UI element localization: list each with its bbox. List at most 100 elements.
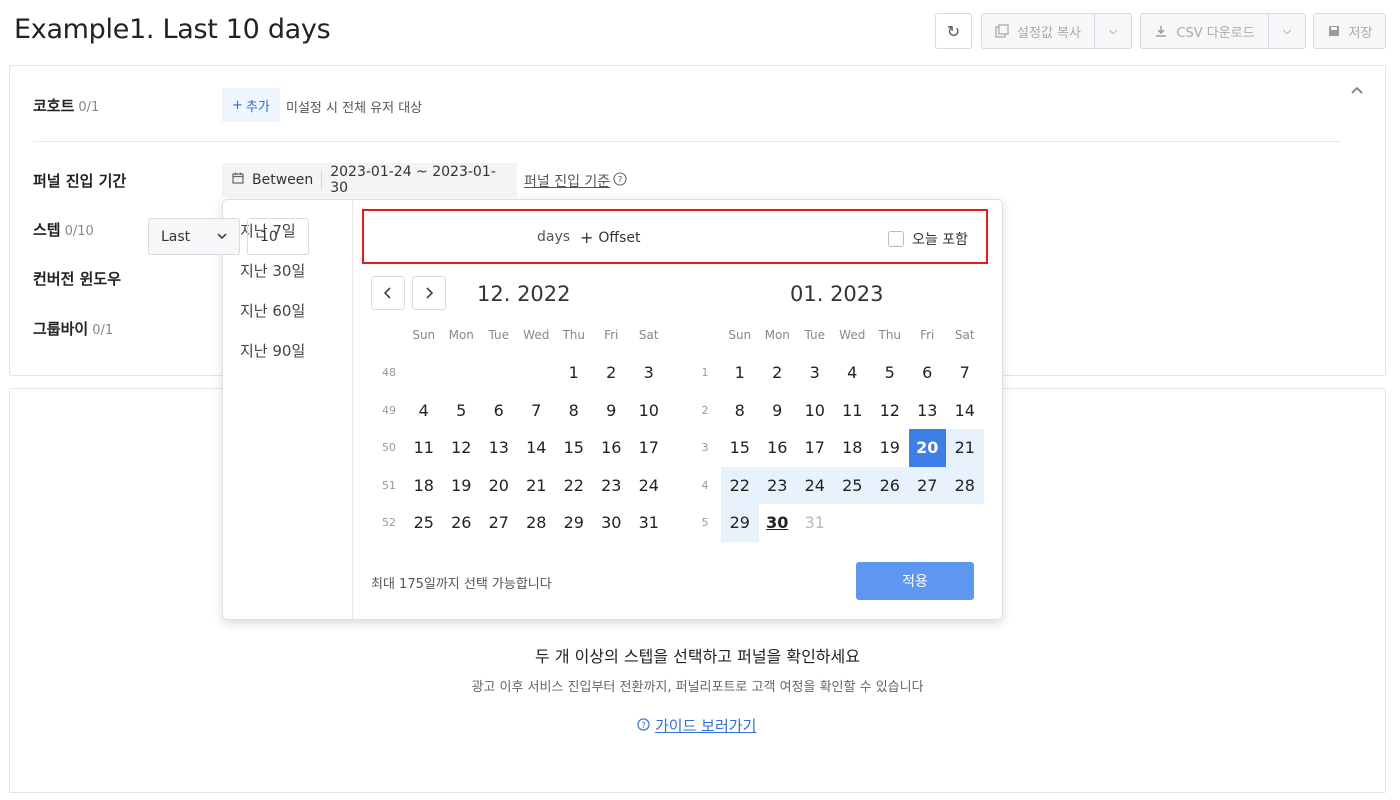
calendar-day[interactable]: 27 xyxy=(480,504,518,542)
calendar-day[interactable]: 12 xyxy=(871,392,909,430)
calendar-day[interactable]: 2 xyxy=(759,354,797,392)
calendar-day[interactable]: 16 xyxy=(759,429,797,467)
calendar-day[interactable]: 4 xyxy=(834,354,872,392)
svg-text:?: ? xyxy=(641,720,645,730)
collapse-icon[interactable] xyxy=(1350,83,1364,99)
weekday-label: Wed xyxy=(839,328,866,342)
calendar-day[interactable]: 25 xyxy=(405,504,443,542)
calendar-day[interactable]: 24 xyxy=(796,466,834,504)
calendar-day[interactable]: 18 xyxy=(405,467,443,505)
guide-link[interactable]: ? 가이드 보러가기 xyxy=(637,715,756,736)
help-icon[interactable]: ? xyxy=(613,171,627,190)
calendar-day[interactable]: 26 xyxy=(443,504,481,542)
calendar-day[interactable]: 1 xyxy=(721,354,759,392)
calendar-empty-cell xyxy=(871,504,909,542)
funnel-criteria-link[interactable]: 퍼널 진입 기준 xyxy=(524,171,610,191)
save-icon xyxy=(1327,24,1341,38)
add-offset-button[interactable]: + Offset xyxy=(580,228,640,247)
csv-download-dropdown[interactable]: ⌵ xyxy=(1268,13,1306,49)
calendar-day[interactable]: 19 xyxy=(871,429,909,467)
cohort-count: 0/1 xyxy=(78,100,100,115)
calendar-day[interactable]: 11 xyxy=(834,392,872,430)
copy-settings-dropdown[interactable]: ⌵ xyxy=(1094,13,1132,49)
calendar-day[interactable]: 5 xyxy=(871,354,909,392)
calendar-day[interactable]: 17 xyxy=(630,429,668,467)
week-number: 1 xyxy=(701,366,709,380)
calendar-day[interactable]: 27 xyxy=(908,466,946,504)
calendar-day[interactable]: 9 xyxy=(759,392,797,430)
calendar-day[interactable]: 24 xyxy=(630,467,668,505)
calendar-day[interactable]: 7 xyxy=(946,354,984,392)
calendar-day[interactable]: 31 xyxy=(630,504,668,542)
prev-month-button[interactable] xyxy=(371,276,405,310)
calendar-day[interactable]: 25 xyxy=(833,466,871,504)
calendar-day[interactable]: 20 xyxy=(908,429,946,467)
calendar-day[interactable]: 3 xyxy=(796,354,834,392)
calendar-day[interactable]: 5 xyxy=(443,392,481,430)
include-today-checkbox[interactable]: 오늘 포함 xyxy=(888,229,968,249)
step-count: 0/10 xyxy=(64,224,94,239)
calendar-day[interactable]: 19 xyxy=(443,467,481,505)
preset-last-30-days[interactable]: 지난 30일 xyxy=(240,260,305,281)
range-amount-input[interactable]: 10 xyxy=(247,218,309,255)
calendar-day[interactable]: 15 xyxy=(721,429,759,467)
week-number: 4 xyxy=(701,478,709,492)
calendar-day[interactable]: 6 xyxy=(480,392,518,430)
calendar-day[interactable]: 18 xyxy=(834,429,872,467)
calendar-day[interactable]: 28 xyxy=(946,466,984,504)
range-mode-value: Last xyxy=(161,228,191,245)
calendar-day[interactable]: 11 xyxy=(405,429,443,467)
date-range-picker[interactable]: Between 2023-01-24 ~ 2023-01-30 xyxy=(222,163,517,197)
calendar-day[interactable]: 28 xyxy=(518,504,556,542)
calendar-day[interactable]: 1 xyxy=(555,354,593,392)
calendar-day[interactable]: 29 xyxy=(555,504,593,542)
next-month-button[interactable] xyxy=(412,276,446,310)
apply-button[interactable]: 적용 xyxy=(856,562,974,600)
calendar-day[interactable]: 6 xyxy=(909,354,947,392)
calendar-day[interactable]: 9 xyxy=(593,392,631,430)
calendar-day[interactable]: 16 xyxy=(593,429,631,467)
range-value: 2023-01-24 ~ 2023-01-30 xyxy=(330,164,496,196)
preset-last-60-days[interactable]: 지난 60일 xyxy=(240,300,305,321)
calendar-day[interactable]: 13 xyxy=(480,429,518,467)
calendar-day[interactable]: 23 xyxy=(758,466,796,504)
save-button[interactable]: 저장 xyxy=(1313,13,1386,49)
calendar-day[interactable]: 8 xyxy=(555,392,593,430)
calendar-day[interactable]: 29 xyxy=(721,504,759,542)
calendar-day[interactable]: 15 xyxy=(555,429,593,467)
calendar-day[interactable]: 14 xyxy=(946,392,984,430)
calendar-day[interactable]: 2 xyxy=(593,354,631,392)
calendar-day[interactable]: 23 xyxy=(593,467,631,505)
calendar-day[interactable]: 14 xyxy=(518,429,556,467)
calendar-day[interactable]: 26 xyxy=(871,466,909,504)
calendar-day[interactable]: 22 xyxy=(555,467,593,505)
calendar-day[interactable]: 21 xyxy=(518,467,556,505)
calendar-day[interactable]: 12 xyxy=(443,429,481,467)
calendar-day[interactable]: 7 xyxy=(518,392,556,430)
weekday-label: Sat xyxy=(954,328,975,342)
range-mode-select[interactable]: Last xyxy=(148,218,240,255)
week-number: 2 xyxy=(701,403,709,417)
calendar-day[interactable]: 17 xyxy=(796,429,834,467)
refresh-button[interactable]: ↻ xyxy=(935,13,972,49)
calendar-day[interactable]: 20 xyxy=(480,467,518,505)
calendar-day[interactable]: 30 xyxy=(593,504,631,542)
calendar-day[interactable]: 3 xyxy=(630,354,668,392)
copy-settings-button[interactable]: 설정값 복사 xyxy=(981,13,1095,49)
download-icon xyxy=(1154,24,1168,38)
cohort-title: 코호트 xyxy=(33,97,75,115)
plus-icon: + xyxy=(580,228,594,247)
calendar-day[interactable]: 13 xyxy=(909,392,947,430)
calendar-day[interactable]: 4 xyxy=(405,392,443,430)
calendar-day[interactable]: 30 xyxy=(759,504,797,542)
calendar-day[interactable]: 8 xyxy=(721,392,759,430)
calendar-day[interactable]: 10 xyxy=(630,392,668,430)
csv-download-button[interactable]: CSV 다운로드 xyxy=(1140,13,1269,49)
empty-state-title: 두 개 이상의 스텝을 선택하고 퍼널을 확인하세요 xyxy=(535,647,860,666)
calendar-day[interactable]: 21 xyxy=(946,429,984,467)
preset-last-90-days[interactable]: 지난 90일 xyxy=(240,340,305,361)
add-cohort-button[interactable]: + 추가 xyxy=(222,88,280,122)
calendar-icon xyxy=(232,172,244,188)
calendar-day[interactable]: 10 xyxy=(796,392,834,430)
calendar-day[interactable]: 22 xyxy=(721,466,759,504)
